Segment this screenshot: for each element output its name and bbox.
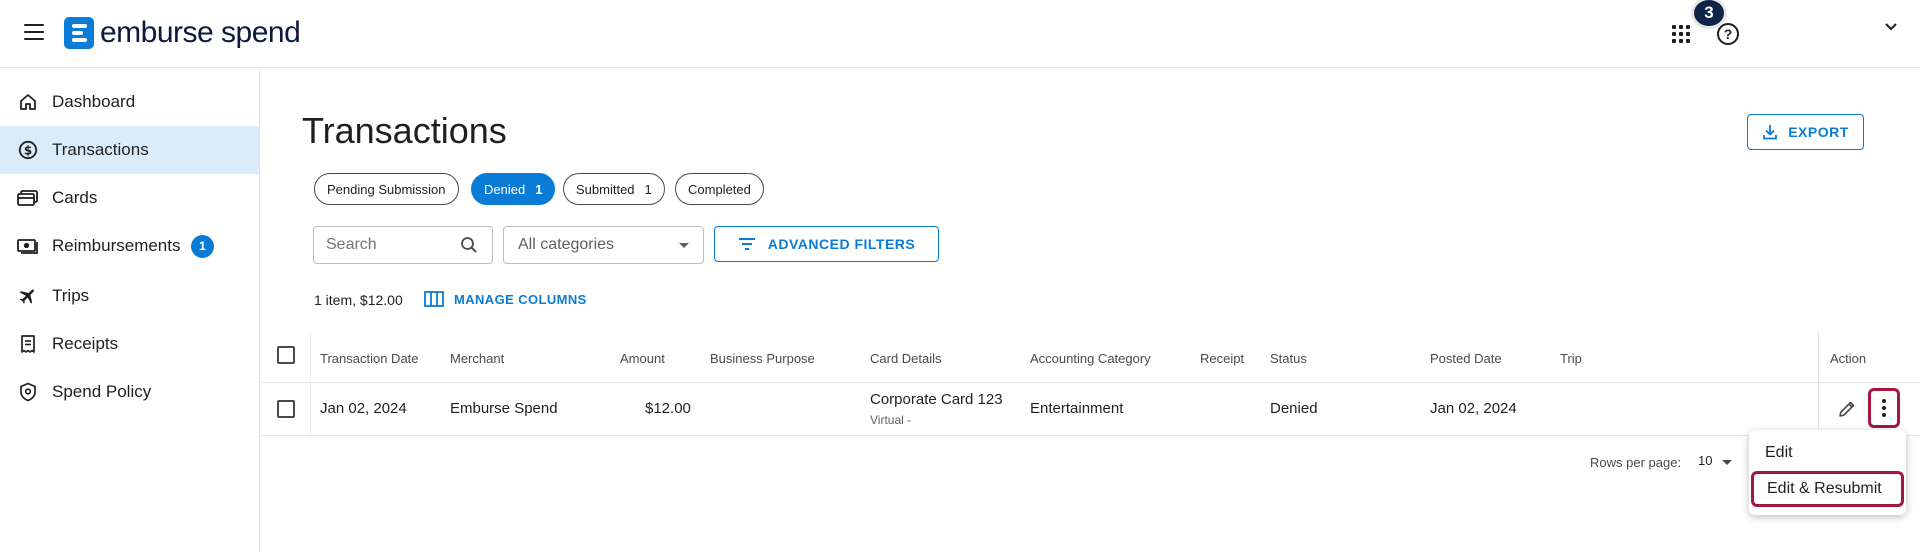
sidebar-item-reimbursements[interactable]: Reimbursements 1 [0,222,259,270]
columns-icon [424,291,444,307]
column-divider [1818,333,1819,436]
cell-card-type: Virtual - [870,413,912,427]
row-actions-menu: Edit Edit & Resubmit [1749,430,1906,515]
cell-card-name: Corporate Card 123 [870,391,1003,408]
cell-transaction-date: Jan 02, 2024 [320,400,407,417]
logo-text: emburse spend [100,16,301,49]
column-header-accounting-category[interactable]: Accounting Category [1030,351,1151,366]
edit-pencil-icon[interactable] [1837,399,1857,419]
cell-merchant: Emburse Spend [450,400,558,417]
chip-label: Denied [484,181,526,197]
cell-accounting-category: Entertainment [1030,400,1124,417]
column-header-trip[interactable]: Trip [1560,351,1582,366]
column-header-receipt[interactable]: Receipt [1200,351,1244,366]
advanced-filters-button[interactable]: ADVANCED FILTERS [714,226,939,262]
column-header-status[interactable]: Status [1270,351,1307,366]
cell-amount: $12.00 [645,400,691,417]
reimbursements-count-badge: 1 [191,234,214,258]
download-icon [1763,125,1778,140]
sidebar-item-label: Dashboard [52,92,136,111]
sidebar-item-label: Cards [52,188,98,207]
cell-posted-date: Jan 02, 2024 [1430,400,1517,417]
row-checkbox[interactable] [277,400,295,418]
menu-item-edit[interactable]: Edit [1749,435,1906,471]
cards-icon [17,187,39,209]
chip-completed[interactable]: Completed [675,173,764,205]
column-header-business-purpose[interactable]: Business Purpose [710,351,815,366]
airplane-icon [17,285,39,307]
shield-icon [17,381,39,403]
export-button[interactable]: EXPORT [1747,114,1864,150]
dollar-circle-icon: $ [17,139,39,161]
export-button-label: EXPORT [1788,124,1849,140]
more-actions-button[interactable] [1868,388,1900,428]
table-row[interactable]: Jan 02, 2024 Emburse Spend $12.00 Corpor… [261,384,1920,436]
rows-per-page-label: Rows per page: [1590,455,1682,470]
cell-status: Denied [1270,400,1318,417]
menu-icon[interactable] [24,24,44,40]
chip-count: 1 [644,181,652,197]
help-icon[interactable]: ? [1717,23,1739,45]
sidebar-item-trips[interactable]: Trips [0,272,259,320]
column-header-amount[interactable]: Amount [620,351,665,366]
sidebar-item-cards[interactable]: Cards [0,174,259,222]
table-header: Transaction Date Merchant Amount Busines… [261,333,1920,383]
sidebar-item-receipts[interactable]: Receipts [0,320,259,368]
notification-badge[interactable]: 3 [1694,0,1724,26]
manage-columns-button[interactable]: MANAGE COLUMNS [424,291,587,307]
menu-item-edit-resubmit[interactable]: Edit & Resubmit [1751,471,1904,507]
chip-pending-submission[interactable]: Pending Submission [314,173,459,205]
sidebar-item-dashboard[interactable]: Dashboard [0,78,259,126]
dropdown-caret-icon [679,243,689,248]
chip-submitted[interactable]: Submitted 1 [563,173,665,205]
rows-per-page-select[interactable]: 10 [1698,453,1738,473]
sidebar-item-label: Reimbursements [52,236,181,255]
sidebar-item-transactions[interactable]: $ Transactions [0,126,259,174]
column-header-transaction-date[interactable]: Transaction Date [320,351,419,366]
column-header-merchant[interactable]: Merchant [450,351,504,366]
column-header-card-details[interactable]: Card Details [870,351,942,366]
results-summary: 1 item, $12.00 [314,292,403,308]
sidebar-item-label: Trips [52,286,90,305]
category-select-value: All categories [518,236,615,253]
search-field[interactable] [313,226,493,264]
chip-count: 1 [535,181,543,197]
search-icon[interactable] [460,236,478,254]
column-divider [310,333,311,436]
category-select[interactable]: All categories [503,226,704,264]
search-input[interactable] [326,236,446,254]
column-header-posted-date[interactable]: Posted Date [1430,351,1502,366]
logo[interactable]: emburse spend [64,14,301,52]
home-icon [17,91,39,113]
manage-columns-label: MANAGE COLUMNS [454,291,587,307]
svg-text:$: $ [24,144,32,158]
chip-denied[interactable]: Denied 1 [471,173,556,205]
chip-label: Submitted [576,181,635,197]
chip-label: Completed [688,181,751,197]
cash-icon [17,235,39,257]
top-bar: emburse spend ? 3 [0,0,1920,68]
sidebar-item-label: Receipts [52,334,119,353]
dropdown-caret-icon [1722,460,1732,465]
column-header-action: Action [1830,351,1867,366]
select-all-checkbox[interactable] [277,346,295,364]
sidebar-item-spend-policy[interactable]: Spend Policy [0,368,259,416]
apps-grid-icon[interactable] [1672,25,1690,43]
chevron-down-icon[interactable] [1884,20,1898,34]
sidebar: Dashboard $ Transactions Cards Reimburse… [0,69,260,552]
filter-icon [738,238,755,250]
receipt-icon [17,333,39,355]
chip-label: Pending Submission [327,181,446,197]
logo-mark [64,17,94,49]
advanced-filters-label: ADVANCED FILTERS [767,236,916,252]
sidebar-item-label: Spend Policy [52,382,152,401]
sidebar-item-label: Transactions [52,140,149,159]
page-title: Transactions [302,110,507,151]
